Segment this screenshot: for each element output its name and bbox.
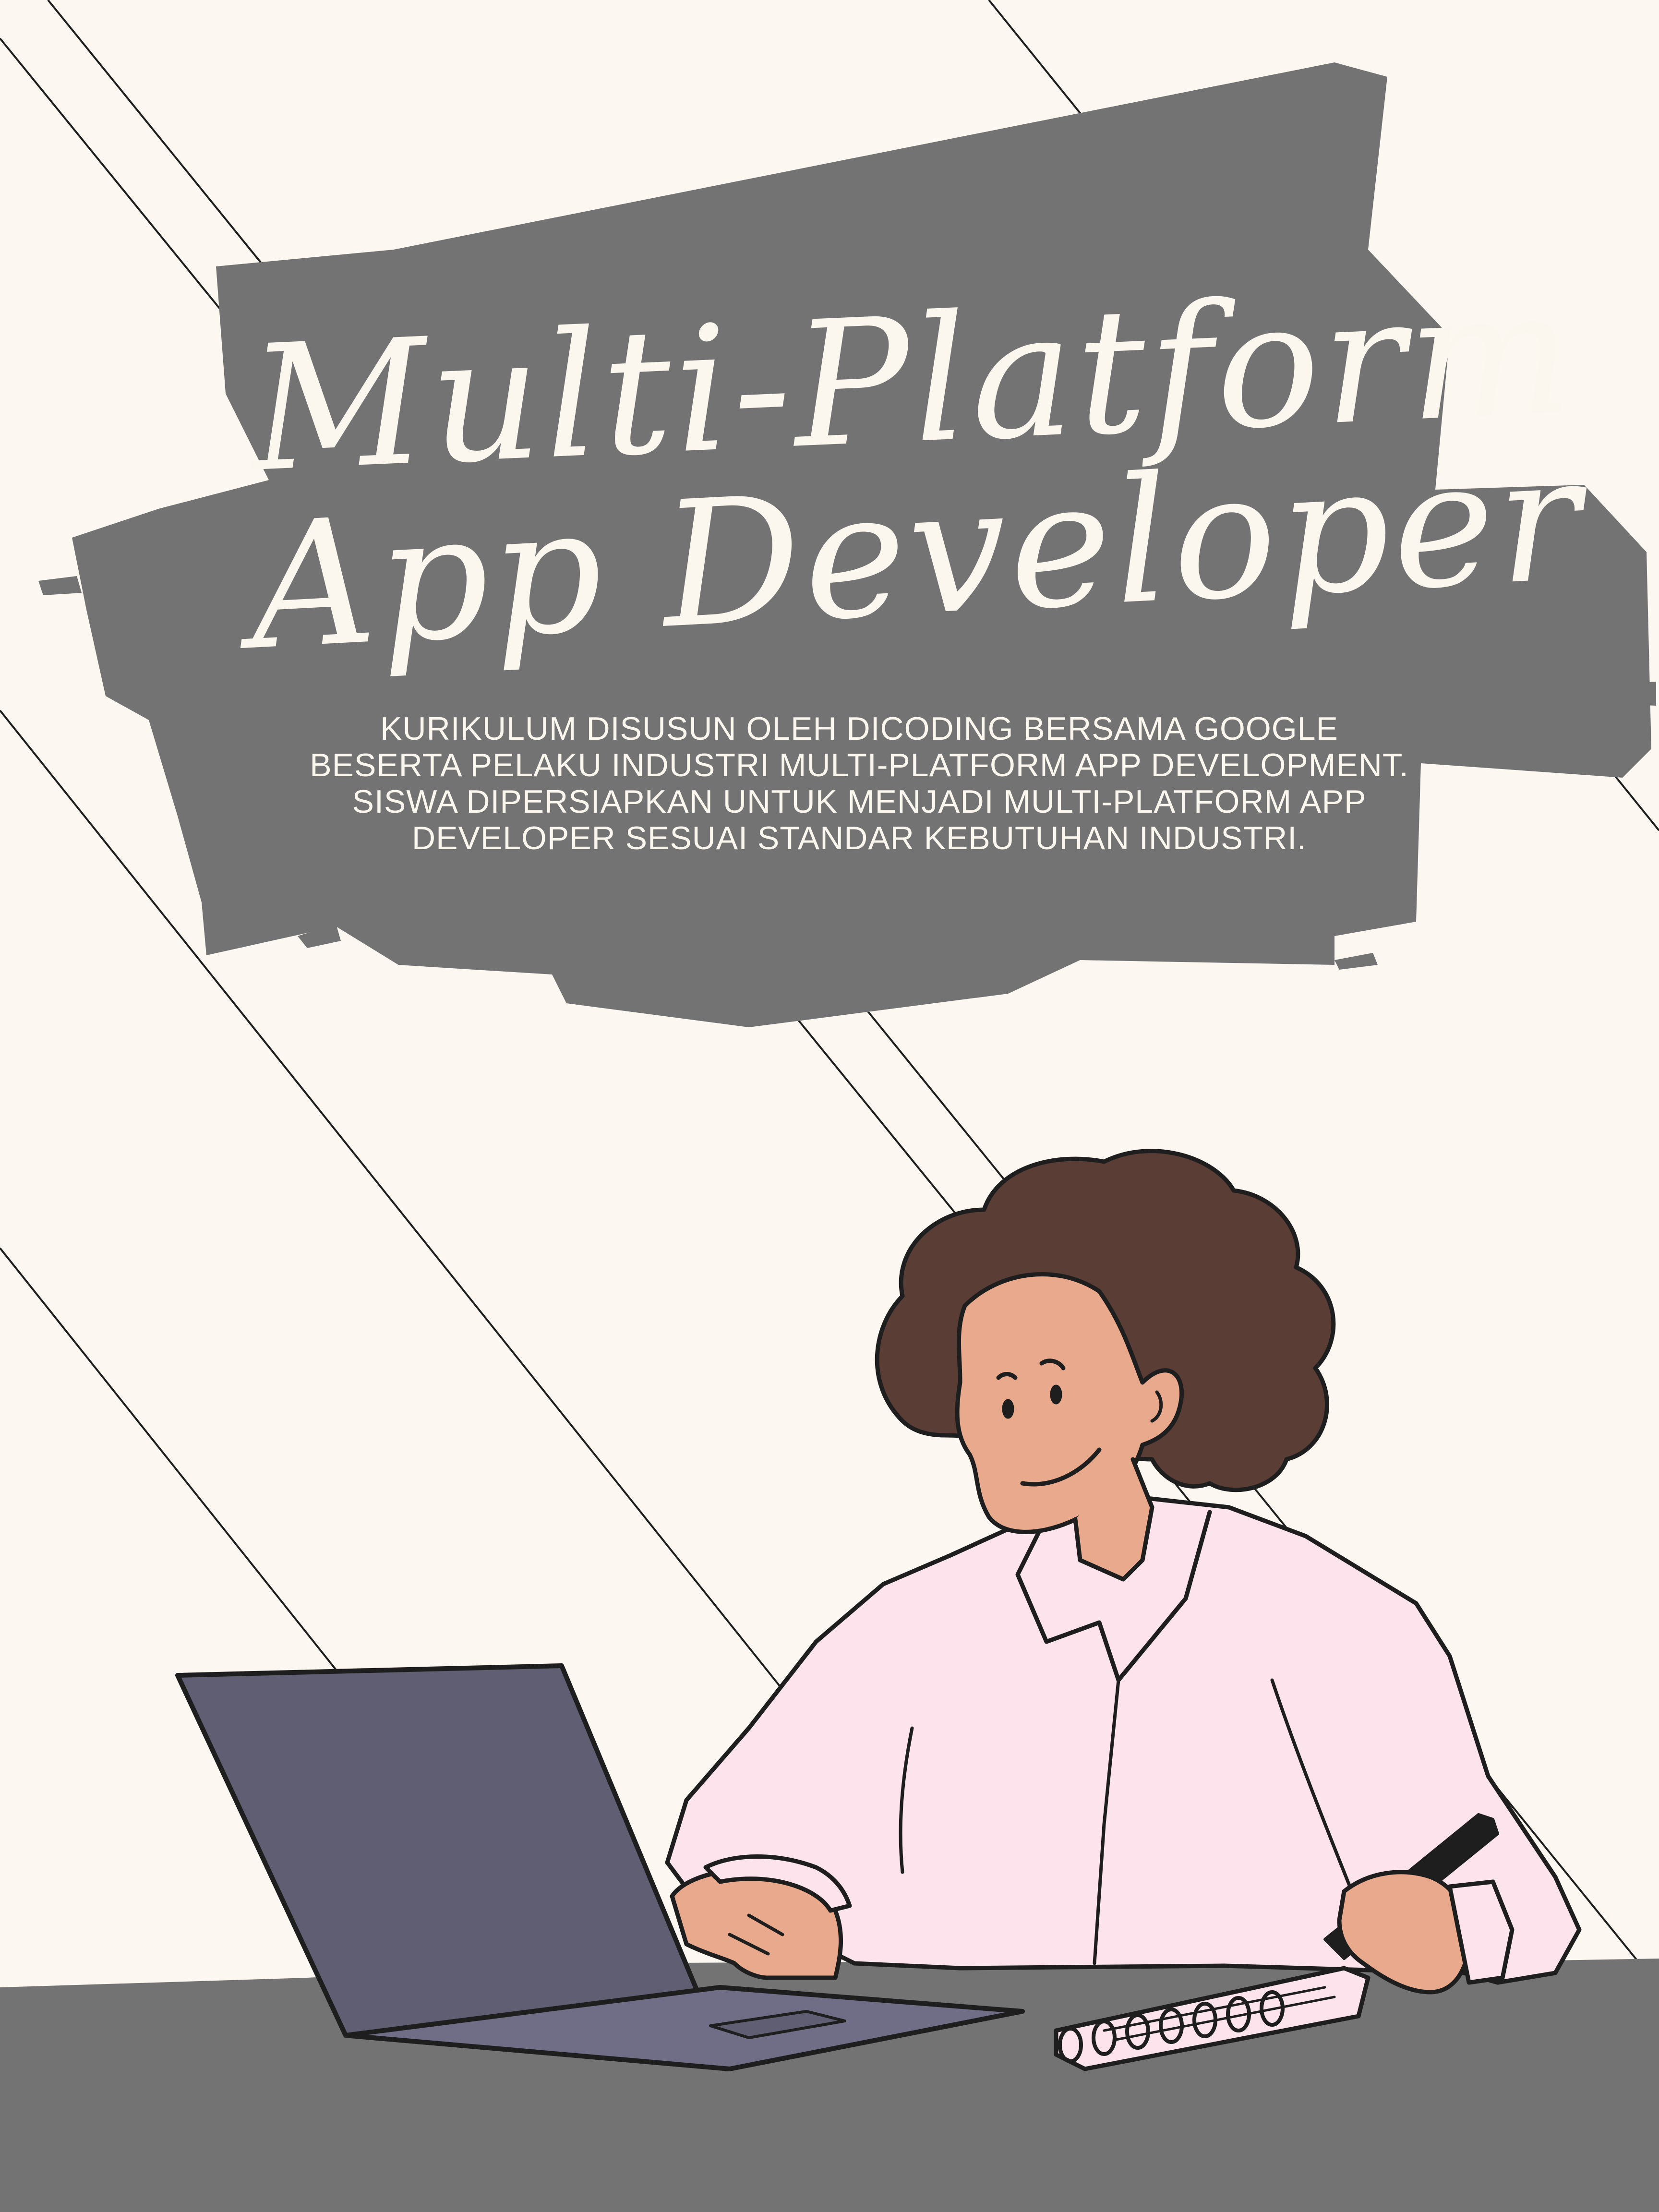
left-eye bbox=[1002, 1399, 1014, 1419]
poster-description: KURIKULUM DISUSUN OLEH DICODING BERSAMA … bbox=[310, 710, 1409, 856]
desk-streak bbox=[0, 2110, 38, 2124]
right-eye bbox=[1050, 1384, 1062, 1405]
poster: Multi-Platform App Developer KURIKULUM D… bbox=[0, 0, 1659, 2212]
